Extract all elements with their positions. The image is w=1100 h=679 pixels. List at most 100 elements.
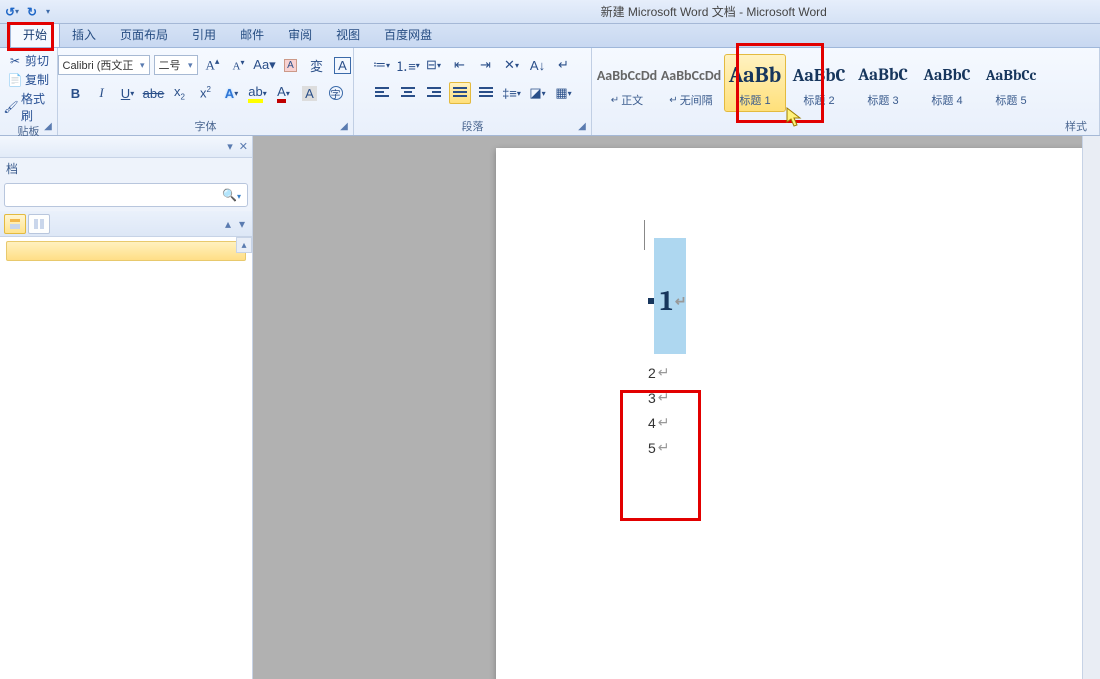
multilevel-button[interactable]: ⊟▾ [423,54,445,76]
nav-dropdown-button[interactable]: ▾ [227,140,233,153]
clear-format-button[interactable]: A [280,54,302,76]
phonetic-guide-button[interactable]: 変 [306,54,328,76]
tab-home[interactable]: 开始 [10,21,60,47]
superscript-button[interactable]: x2 [195,82,217,104]
clipboard-dialog-launcher[interactable]: ◢ [41,119,55,133]
nav-prev-button[interactable]: ▴ [222,217,234,231]
style-preview: AaBbC [924,58,971,92]
line-spacing-icon: ‡≡ [502,86,517,101]
style-preview: AaBb [729,58,781,92]
style-item-无间隔[interactable]: AaBbCcDd↵无间隔 [660,54,722,112]
heading1-block[interactable]: 1 ↵ [648,246,1100,356]
tab-review[interactable]: 审阅 [276,22,324,47]
paragraph-mark-icon: ↵ [658,364,670,381]
change-case-button[interactable]: Aa▾ [254,54,276,76]
bullets-icon: ≔ [373,57,386,73]
style-item-标题3[interactable]: AaBbC标题 3 [852,54,914,112]
heading-text: 1 [660,285,673,317]
paragraph-group-label: 段落 [358,119,587,135]
tab-references[interactable]: 引用 [180,22,228,47]
redo-button[interactable]: ↻ [22,2,42,22]
sort-button[interactable]: A↓ [527,54,549,76]
font-size-combo[interactable]: 二号▾ [154,55,198,75]
shading-button[interactable]: ◪▾ [527,82,549,104]
style-item-标题5[interactable]: AaBbCc标题 5 [980,54,1042,112]
ribbon-tabs: 开始 插入 页面布局 引用 邮件 审阅 视图 百度网盘 [0,24,1100,48]
nav-tab-pages[interactable] [28,214,50,234]
subscript-button[interactable]: x2 [169,82,191,104]
strike-button[interactable]: abe [143,82,165,104]
asian-layout-button[interactable]: ✕▾ [501,54,523,76]
tab-pagelayout[interactable]: 页面布局 [108,22,180,47]
numbering-button[interactable]: ⒈≡▾ [397,54,419,76]
vertical-scrollbar[interactable] [1082,136,1100,679]
style-item-标题1[interactable]: AaBb标题 1 [724,54,786,112]
tab-mailings[interactable]: 邮件 [228,22,276,47]
body-line[interactable]: 5↵ [648,439,1100,456]
enclose-char-button[interactable]: 字 [325,82,347,104]
multilevel-icon: ⊟ [426,57,437,73]
style-item-正文[interactable]: AaBbCcDd↵正文 [596,54,658,112]
subscript-icon: x2 [174,84,185,102]
window-title: 新建 Microsoft Word 文档 - Microsoft Word [601,3,827,20]
underline-icon: U [121,86,130,101]
align-center-button[interactable] [397,82,419,104]
shrink-font-button[interactable]: A▾ [228,54,250,76]
navigation-search[interactable]: 🔍▾ [4,183,248,207]
char-border-button[interactable]: A [332,54,354,76]
nav-scroll-up[interactable]: ▴ [236,237,252,253]
style-preview: AaBbCc [986,58,1037,92]
document-viewport[interactable]: 1 ↵ 2↵ 3↵ 4↵ 5↵ [253,136,1100,679]
bullets-button[interactable]: ≔▾ [371,54,393,76]
increase-indent-button[interactable]: ⇥ [475,54,497,76]
page-content[interactable]: 1 ↵ 2↵ 3↵ 4↵ 5↵ [648,246,1100,456]
font-color-button[interactable]: A▾ [273,82,295,104]
style-name-label: 标题 2 [803,92,834,108]
tab-insert[interactable]: 插入 [60,22,108,47]
style-preview: AaBbC [858,58,908,92]
align-right-button[interactable] [423,82,445,104]
qat-customize-button[interactable]: ▾ [42,2,54,22]
style-item-标题4[interactable]: AaBbC标题 4 [916,54,978,112]
cut-button[interactable]: ✂ 剪切 [8,52,49,69]
chevron-down-icon: ▾ [46,7,50,16]
nav-tab-headings[interactable] [4,214,26,234]
font-dialog-launcher[interactable]: ◢ [337,119,351,133]
style-name-label: ↵无间隔 [669,92,712,108]
phonetic-icon: 変 [310,56,323,75]
navigation-selected-item[interactable] [6,241,246,261]
body-line[interactable]: 3↵ [648,389,1100,406]
enclose-icon: 字 [329,86,343,100]
distribute-button[interactable] [475,82,497,104]
line-spacing-button[interactable]: ‡≡▾ [501,82,523,104]
justify-button[interactable] [449,82,471,104]
style-item-标题2[interactable]: AaBbC标题 2 [788,54,850,112]
body-line[interactable]: 2↵ [648,364,1100,381]
text-effects-button[interactable]: A▾ [221,82,243,104]
styles-group-label: 样式 [596,119,1095,135]
navigation-search-input[interactable] [11,187,222,203]
char-shading-button[interactable]: A [299,82,321,104]
paragraph-mark-icon: ↵ [658,389,670,406]
borders-button[interactable]: ▦▾ [553,82,575,104]
show-marks-button[interactable]: ↵ [553,54,575,76]
paragraph-mark-icon: ↵ [658,439,670,456]
underline-button[interactable]: U▾ [117,82,139,104]
borders-icon: ▦ [555,85,567,101]
grow-font-button[interactable]: A▴ [202,54,224,76]
copy-button[interactable]: 📄 复制 [8,71,49,88]
decrease-indent-button[interactable]: ⇤ [449,54,471,76]
nav-close-button[interactable]: ✕ [239,140,248,153]
body-line[interactable]: 4↵ [648,414,1100,431]
bold-button[interactable]: B [65,82,87,104]
undo-button[interactable]: ↺ ▾ [2,2,22,22]
highlight-button[interactable]: ab▾ [247,82,269,104]
search-icon[interactable]: 🔍▾ [222,188,241,202]
nav-next-button[interactable]: ▾ [236,217,248,231]
align-left-button[interactable] [371,82,393,104]
font-name-combo[interactable]: Calibri (西文正▾ [58,55,150,75]
paragraph-dialog-launcher[interactable]: ◢ [575,119,589,133]
tab-baidu[interactable]: 百度网盘 [372,22,444,47]
italic-button[interactable]: I [91,82,113,104]
tab-view[interactable]: 视图 [324,22,372,47]
